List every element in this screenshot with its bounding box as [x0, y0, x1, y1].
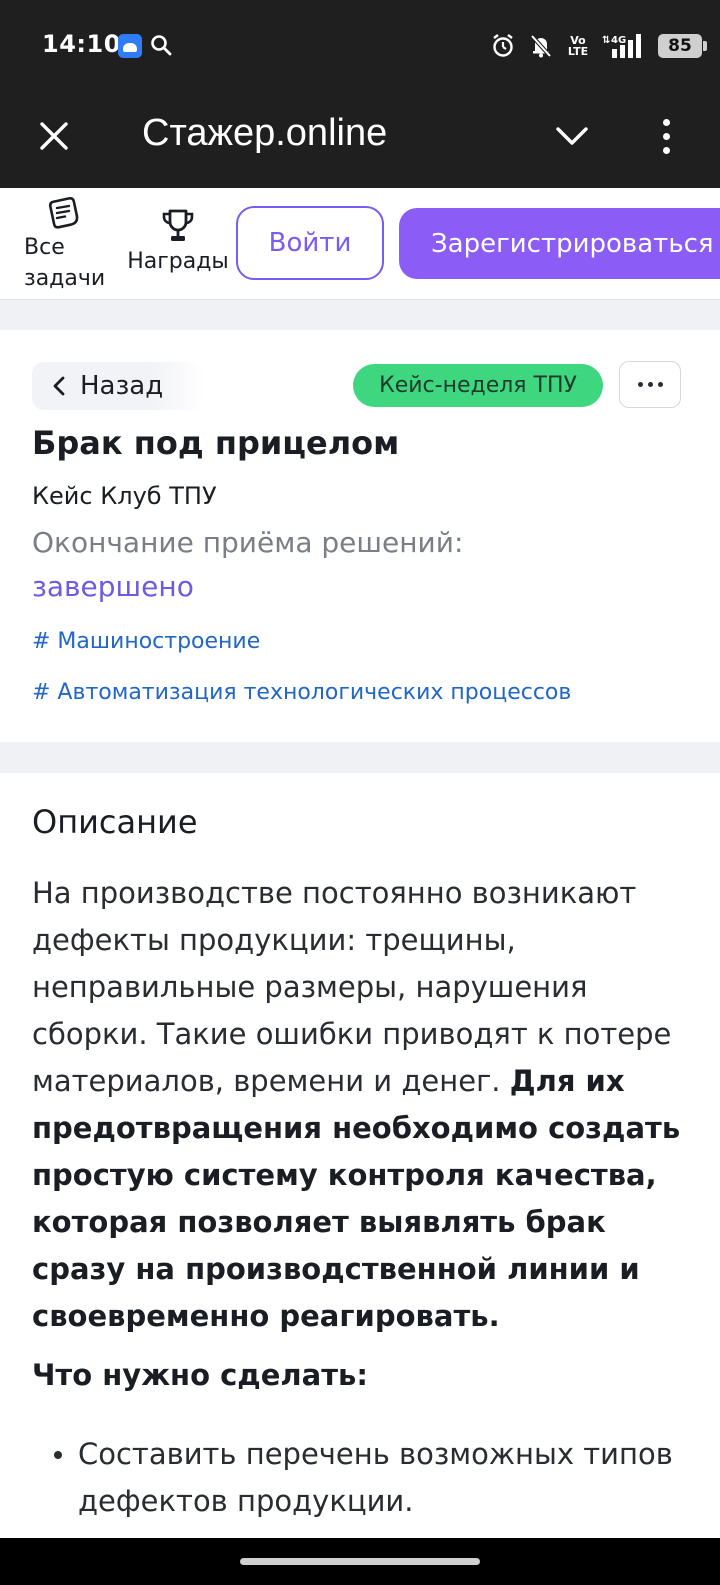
more-horizontal-icon	[637, 382, 643, 387]
signal-icon: ⇅ 4G	[602, 34, 641, 58]
home-gesture-handle[interactable]	[240, 1558, 480, 1565]
deadline-label: Окончание приёма решений:	[32, 526, 464, 559]
mute-icon	[530, 34, 552, 58]
task-organization: Кейс Клуб ТПУ	[32, 482, 217, 510]
expand-button[interactable]	[552, 116, 592, 156]
tasks-icon	[48, 196, 79, 229]
deadline-value: завершено	[32, 570, 194, 603]
site-header: Все задачи Награды Войти Зарегистрироват…	[0, 188, 720, 300]
back-button[interactable]: Назад	[32, 362, 204, 410]
battery-icon: 85	[658, 34, 707, 58]
chevron-left-icon	[53, 376, 65, 396]
more-vertical-icon	[662, 118, 670, 126]
status-time: 14:10	[42, 30, 121, 58]
task-title: Брак под прицелом	[32, 424, 400, 462]
svg-text:⇅: ⇅	[602, 35, 610, 46]
navigation-bar	[0, 1538, 720, 1585]
todo-list: Составить перечень возможных типов дефек…	[32, 1431, 692, 1525]
description-text: На производстве постоянно возникают дефе…	[32, 870, 702, 1340]
volte-icon: Vo LTE	[567, 34, 589, 58]
more-horizontal-icon-dot	[647, 382, 653, 387]
task-card: Назад Кейс-неделя ТПУ Брак под прицелом …	[0, 330, 720, 742]
nav-all-tasks-label-1: Все	[24, 235, 65, 260]
app-title: Стажер.online	[142, 112, 388, 154]
more-horizontal-icon-dot	[657, 382, 663, 387]
app-bar: Стажер.online	[0, 92, 720, 188]
alarm-icon	[493, 34, 513, 57]
nav-awards-label: Награды	[127, 249, 229, 274]
nav-all-tasks[interactable]: Все задачи	[24, 196, 110, 294]
event-tag-badge[interactable]: Кейс-неделя ТПУ	[353, 364, 603, 407]
more-vertical-icon-dot	[662, 146, 670, 154]
more-vertical-icon-dot	[662, 132, 670, 140]
description-text-bold: Для их предотвращения необходимо создать…	[32, 1064, 681, 1333]
hashtag-link[interactable]: # Автоматизация технологических процессо…	[32, 680, 571, 705]
network-label: 4G	[611, 35, 626, 46]
chevron-down-icon	[556, 127, 588, 145]
task-more-button[interactable]	[619, 361, 681, 408]
more-options-button[interactable]	[648, 112, 684, 160]
nav-awards[interactable]: Награды	[126, 208, 230, 277]
status-bar: 14:10 Vo LTE ⇅ 4G 85	[0, 0, 720, 92]
login-button[interactable]: Войти	[236, 206, 384, 280]
back-button-label: Назад	[80, 371, 164, 401]
todo-heading: Что нужно сделать:	[32, 1358, 368, 1392]
description-card: Описание На производстве постоянно возни…	[0, 773, 720, 1538]
close-button[interactable]	[32, 114, 76, 158]
close-icon	[40, 122, 68, 150]
register-button[interactable]: Зарегистрироваться	[399, 208, 720, 279]
nav-all-tasks-label-2: задачи	[24, 266, 106, 291]
list-item: Составить перечень возможных типов дефек…	[32, 1431, 692, 1525]
description-heading: Описание	[32, 803, 198, 841]
search-icon	[151, 35, 172, 56]
app-notification-icon	[118, 34, 142, 58]
trophy-icon	[162, 209, 194, 241]
status-icons: Vo LTE ⇅ 4G 85	[490, 30, 707, 62]
hashtag-link[interactable]: # Машиностроение	[32, 629, 260, 654]
